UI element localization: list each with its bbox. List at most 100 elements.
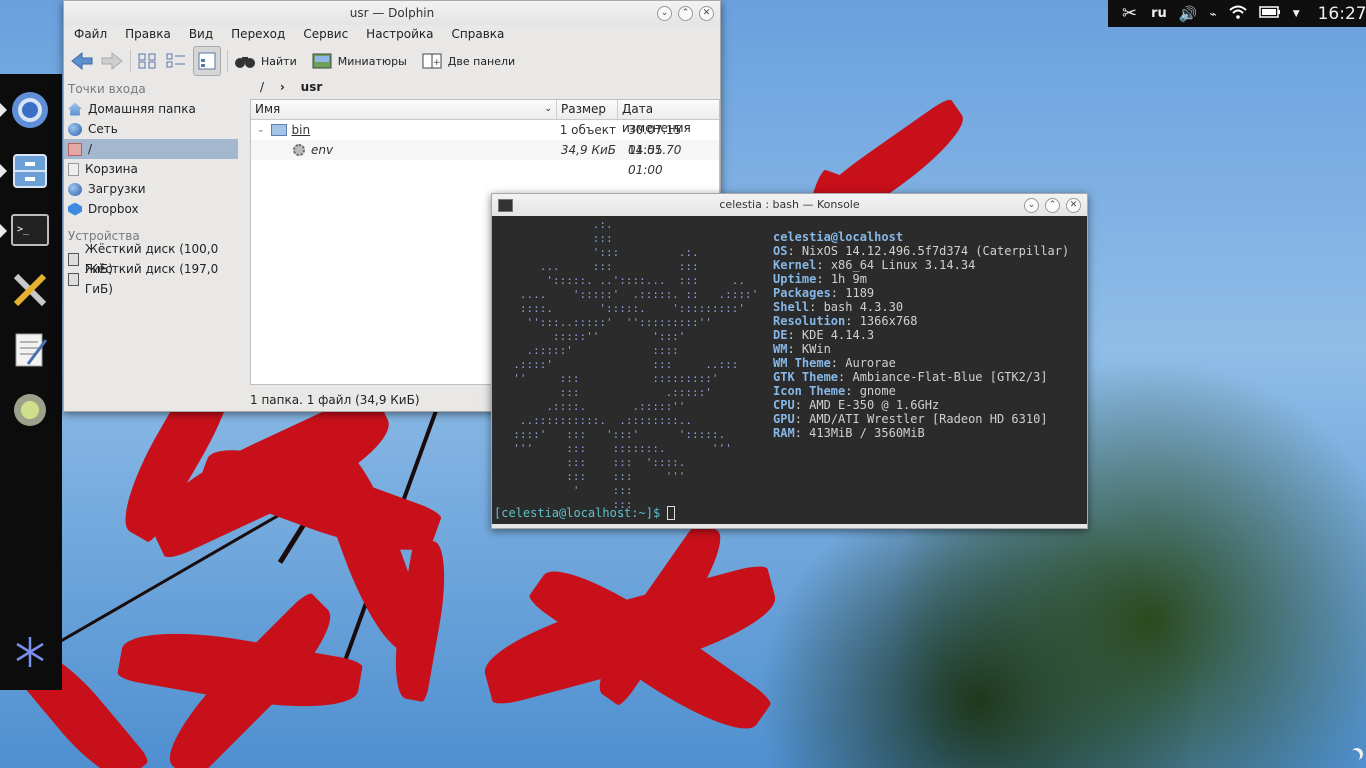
wifi-icon[interactable] bbox=[1229, 5, 1247, 22]
place-dropbox[interactable]: Dropbox bbox=[64, 199, 248, 219]
close-button[interactable]: ✕ bbox=[699, 6, 714, 21]
place-downloads[interactable]: Загрузки bbox=[64, 179, 248, 199]
table-row[interactable]: ⌄ bin 1 объект 30.07.15 14:55 bbox=[251, 120, 719, 157]
maximize-button[interactable]: ⌃ bbox=[678, 6, 693, 21]
column-size-label: Размер bbox=[561, 102, 607, 116]
place-trash[interactable]: Корзина bbox=[64, 159, 248, 179]
info-value: gnome bbox=[859, 384, 896, 398]
info-key: Kernel bbox=[773, 258, 817, 272]
info-value: 1366x768 bbox=[859, 314, 918, 328]
menu-settings[interactable]: Настройка bbox=[356, 25, 441, 45]
globe-icon bbox=[68, 122, 82, 136]
menu-file[interactable]: Файл bbox=[64, 25, 115, 45]
toolbar-separator bbox=[227, 50, 228, 72]
place-home[interactable]: Домашняя папка bbox=[64, 99, 248, 119]
info-key: CPU bbox=[773, 398, 795, 412]
prompt-text: [celestia@localhost:~]$ bbox=[494, 505, 668, 520]
place-label: Корзина bbox=[85, 162, 138, 176]
split-view-button[interactable]: + Две панели bbox=[421, 47, 515, 75]
place-label: Dropbox bbox=[88, 202, 139, 216]
info-value: 413MiB / 3560MiB bbox=[809, 426, 925, 440]
chromium-icon bbox=[12, 92, 48, 128]
compact-view-icon bbox=[166, 53, 185, 68]
file-size: 1 объект bbox=[559, 123, 616, 137]
info-line: Shell: bash 4.3.30 bbox=[773, 300, 904, 314]
info-key: Shell bbox=[773, 300, 810, 314]
place-root[interactable]: / bbox=[64, 139, 238, 159]
info-line: WM Theme: Aurorae bbox=[773, 356, 896, 370]
keyboard-layout[interactable]: ru bbox=[1151, 6, 1167, 21]
minimize-button[interactable]: ⌄ bbox=[1024, 198, 1039, 213]
settings-launcher[interactable] bbox=[8, 268, 52, 312]
info-line: CPU: AMD E-350 @ 1.6GHz bbox=[773, 398, 940, 412]
minimize-button[interactable]: ⌄ bbox=[657, 6, 672, 21]
menu-edit[interactable]: Правка bbox=[115, 25, 179, 45]
breadcrumb-root[interactable]: / bbox=[260, 80, 264, 94]
forward-button[interactable] bbox=[100, 47, 124, 75]
folder-icon bbox=[270, 124, 287, 136]
back-button[interactable] bbox=[70, 47, 94, 75]
system-settings-launcher[interactable] bbox=[8, 388, 52, 432]
battery-icon[interactable] bbox=[1258, 6, 1281, 21]
corner-moon-icon[interactable] bbox=[1348, 750, 1360, 762]
column-date[interactable]: Дата изменения bbox=[618, 100, 718, 135]
info-value: KWin bbox=[801, 342, 831, 356]
menu-help[interactable]: Справка bbox=[442, 25, 513, 45]
file-date: 30.07.15 14:55 bbox=[628, 123, 682, 157]
trash-icon bbox=[68, 162, 79, 176]
close-button[interactable]: ✕ bbox=[1066, 198, 1081, 213]
terminal-icon: >_ bbox=[11, 214, 49, 246]
thumbnails-icon bbox=[311, 51, 333, 71]
scissors-icon[interactable]: ✂ bbox=[1122, 3, 1137, 24]
shell-prompt[interactable]: [celestia@localhost:~]$ bbox=[494, 505, 676, 520]
chromium-launcher[interactable] bbox=[8, 88, 52, 132]
executable-gear-icon bbox=[293, 144, 305, 156]
binoculars-icon bbox=[234, 51, 256, 71]
icons-view-button[interactable] bbox=[137, 47, 159, 75]
menu-view[interactable]: Вид bbox=[179, 25, 221, 45]
active-marker bbox=[0, 103, 7, 117]
hard-disk-icon bbox=[68, 272, 79, 286]
konsole-titlebar[interactable]: celestia : bash — Konsole ⌄ ⌃ ✕ bbox=[492, 194, 1087, 216]
menu-tools[interactable]: Сервис bbox=[293, 25, 356, 45]
terminal-output[interactable]: .:. ::: '::: .:. ... ::: ::: ':::::. ..'… bbox=[492, 216, 1087, 524]
breadcrumb-current[interactable]: usr bbox=[301, 80, 323, 94]
gear-icon bbox=[14, 394, 46, 426]
info-value: 1189 bbox=[845, 286, 875, 300]
system-info: celestia@localhost OS: NixOS 14.12.496.5… bbox=[773, 216, 1069, 440]
expand-arrow-icon[interactable]: ⌄ bbox=[257, 120, 265, 140]
column-size[interactable]: Размер bbox=[557, 100, 618, 119]
info-key: DE bbox=[773, 328, 788, 342]
thumbnails-button[interactable]: Миниатюры bbox=[311, 47, 407, 75]
menu-go[interactable]: Переход bbox=[221, 25, 293, 45]
maximize-button[interactable]: ⌃ bbox=[1045, 198, 1060, 213]
place-label: Домашняя папка bbox=[88, 102, 196, 116]
clock[interactable]: 16:27 bbox=[1318, 4, 1366, 24]
tray-expand-arrow[interactable]: ▼ bbox=[1293, 9, 1300, 19]
dolphin-titlebar[interactable]: usr — Dolphin ⌄ ⌃ ✕ bbox=[64, 1, 720, 25]
info-line: Packages: 1189 bbox=[773, 286, 875, 300]
terminal-launcher[interactable]: >_ bbox=[8, 208, 52, 252]
editor-launcher[interactable] bbox=[8, 328, 52, 372]
compact-view-button[interactable] bbox=[165, 47, 187, 75]
file-size: 34,9 КиБ bbox=[560, 143, 616, 157]
table-row[interactable]: env 34,9 КиБ 01.01.70 01:00 bbox=[251, 140, 719, 177]
find-button[interactable]: Найти bbox=[234, 47, 297, 75]
info-header: celestia@localhost bbox=[773, 230, 904, 244]
device-disk-2[interactable]: Жёсткий диск (197,0 ГиБ) bbox=[64, 262, 248, 296]
file-manager-launcher[interactable] bbox=[8, 149, 52, 193]
usb-icon[interactable]: ⌁ bbox=[1209, 7, 1216, 21]
nixos-snowflake-icon bbox=[16, 637, 44, 667]
folder-red-icon bbox=[68, 142, 82, 156]
file-name: env bbox=[311, 143, 334, 157]
place-network[interactable]: Сеть bbox=[64, 119, 248, 139]
volume-icon[interactable]: 🔊 bbox=[1179, 5, 1198, 23]
column-name[interactable]: Имя ⌄ bbox=[251, 100, 557, 119]
split-view-icon: + bbox=[421, 51, 443, 71]
details-view-button[interactable] bbox=[193, 46, 221, 76]
window-title: celestia : bash — Konsole bbox=[719, 198, 860, 211]
nixos-menu-button[interactable] bbox=[8, 630, 52, 674]
text-editor-icon bbox=[15, 333, 48, 367]
find-label: Найти bbox=[261, 54, 297, 68]
home-icon bbox=[68, 102, 82, 116]
